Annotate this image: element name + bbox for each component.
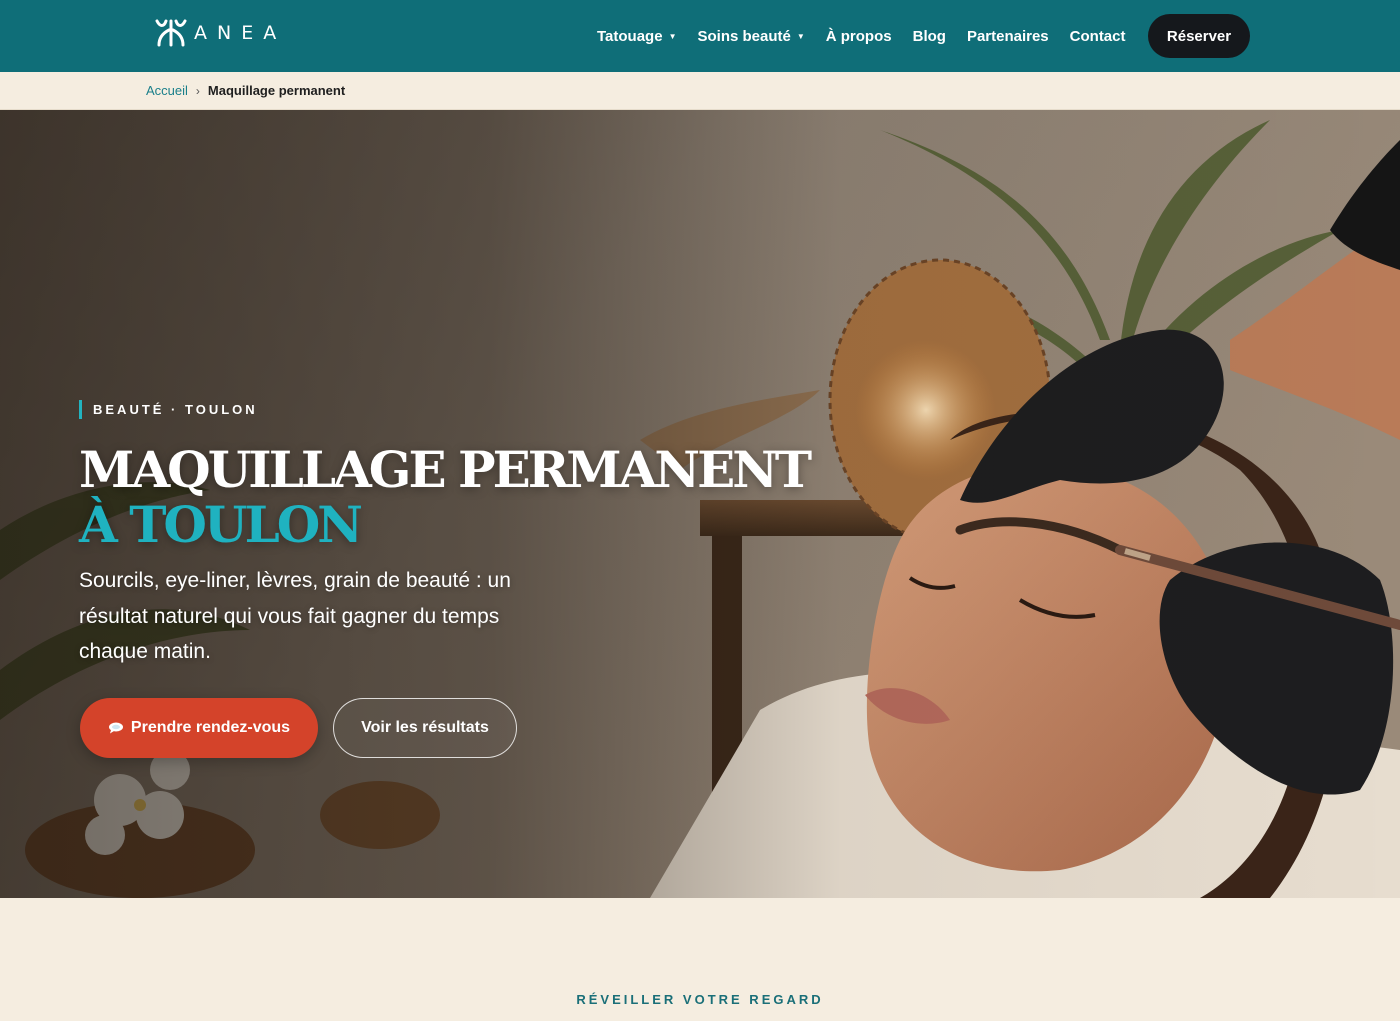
see-results-button[interactable]: Voir les résultats [333, 698, 517, 758]
nav-item-label: Contact [1069, 27, 1126, 45]
caret-down-icon: ▼ [668, 31, 677, 41]
hero-title-line1: MAQUILLAGE PERMANENT [79, 440, 812, 499]
nav-item-blog[interactable]: Blog [913, 28, 946, 45]
caret-down-icon: ▼ [796, 31, 805, 41]
logo[interactable]: ANEA [154, 18, 286, 48]
nav-item-label: Partenaires [966, 27, 1049, 45]
hero-title: MAQUILLAGE PERMANENT À TOULON [79, 440, 812, 554]
breadcrumb: Accueil › Maquillage permanent [0, 72, 1400, 110]
nav-item-partenaires[interactable]: Partenaires [967, 28, 1049, 45]
nav-item-label: Blog [912, 27, 946, 45]
nav-item-a-propos[interactable]: À propos [826, 28, 892, 45]
nav-item-tatouage[interactable]: Tatouage ▼ [597, 28, 676, 45]
nav-item-label: Soins beauté [697, 27, 791, 45]
breadcrumb-trail: Accueil › Maquillage permanent [146, 83, 345, 98]
nav-item-soins-beaute[interactable]: Soins beauté ▼ [697, 28, 804, 45]
section-eyebrow: RÉVEILLER VOTRE REGARD [576, 992, 824, 1007]
hero-eyebrow: BEAUTÉ · TOULON [79, 400, 258, 419]
breadcrumb-current: Maquillage permanent [207, 83, 346, 98]
speech-bubble-icon [108, 722, 123, 734]
chevron-right-icon: › [195, 83, 200, 98]
reserve-button[interactable]: Réserver [1148, 14, 1250, 58]
main-nav: Tatouage ▼ Soins beauté ▼ À propos Blog … [597, 24, 1147, 48]
book-appointment-label: Prendre rendez-vous [130, 719, 291, 736]
nav-item-label: À propos [825, 27, 892, 45]
logo-mark-icon [155, 19, 187, 47]
hero-title-line2: À TOULON [79, 495, 363, 554]
book-appointment-button[interactable]: Prendre rendez-vous [80, 698, 318, 758]
hero-subtitle: Sourcils, eye-liner, lèvres, grain de be… [79, 569, 511, 663]
site-header: ANEA Tatouage ▼ Soins beauté ▼ À propos … [0, 0, 1400, 72]
breadcrumb-home-link[interactable]: Accueil [146, 83, 188, 98]
hero: BEAUTÉ · TOULON MAQUILLAGE PERMANENT À T… [0, 110, 1400, 898]
nav-item-label: Tatouage [597, 27, 663, 45]
logo-text: ANEA [194, 22, 287, 44]
nav-item-contact[interactable]: Contact [1070, 28, 1126, 45]
